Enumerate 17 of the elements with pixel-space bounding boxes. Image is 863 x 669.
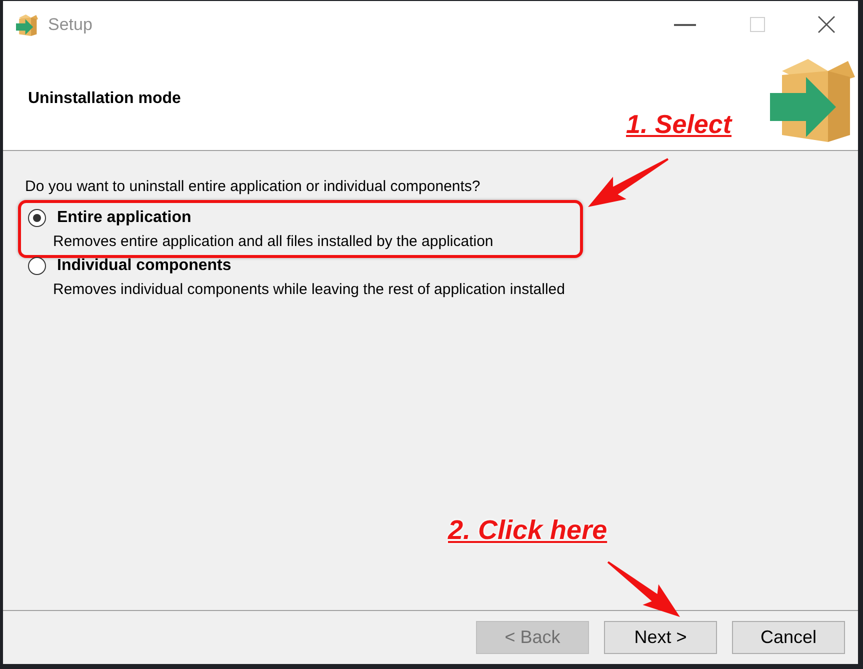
close-icon[interactable] bbox=[818, 16, 835, 33]
next-button[interactable]: Next > bbox=[604, 621, 717, 654]
page-heading: Uninstallation mode bbox=[28, 90, 181, 108]
annotation-text: 1. Select bbox=[626, 110, 732, 139]
question-text: Do you want to uninstall entire application or individual components? bbox=[25, 177, 480, 197]
option-label: Individual components bbox=[57, 257, 232, 275]
radio-button[interactable] bbox=[28, 257, 46, 275]
option-label: Entire application bbox=[57, 209, 192, 227]
option-description: Removes entire application and all files installed by the application bbox=[53, 232, 494, 252]
option-description: Removes individual components while leaving the rest of application installed bbox=[53, 280, 565, 300]
annotation-text: 2. Click here bbox=[448, 516, 608, 546]
box-arrow-logo-icon bbox=[770, 56, 855, 142]
radio-button[interactable] bbox=[28, 209, 46, 227]
setup-app-icon bbox=[16, 14, 38, 36]
cancel-button[interactable]: Cancel bbox=[732, 621, 845, 654]
minimize-icon[interactable] bbox=[674, 24, 696, 26]
window-title: Setup bbox=[48, 14, 92, 34]
